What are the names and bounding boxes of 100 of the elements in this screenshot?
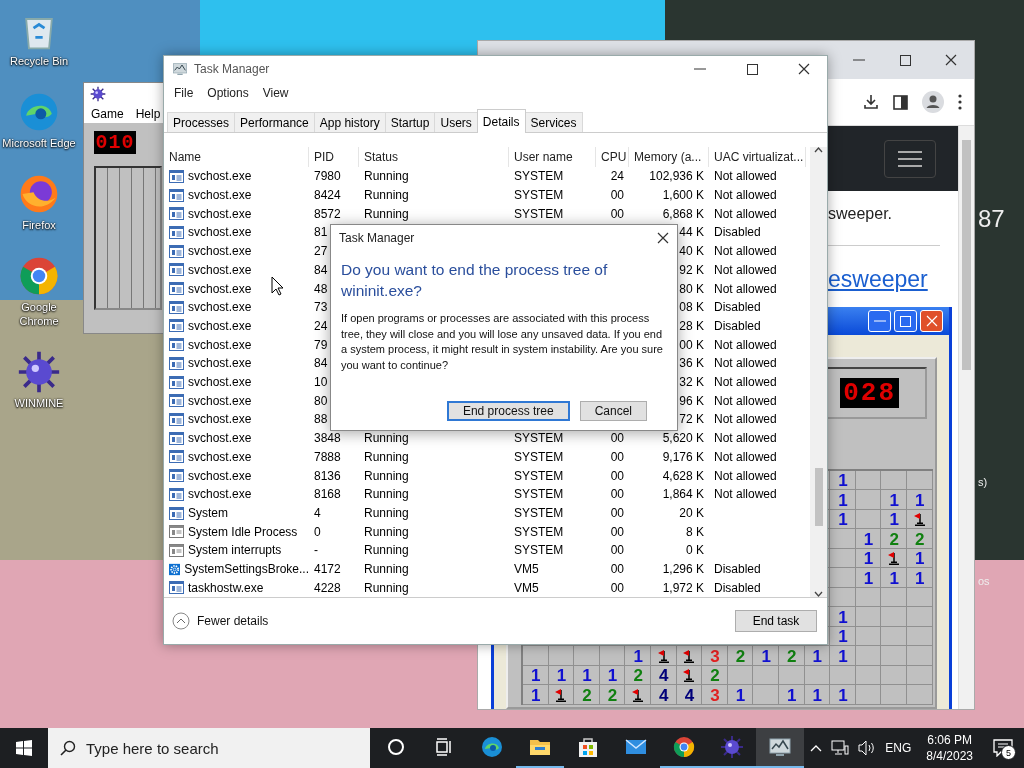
tab[interactable]: Users [434, 112, 478, 132]
number-cell[interactable]: 1 [838, 511, 848, 529]
circle-icon[interactable] [386, 737, 406, 757]
number-cell[interactable]: 1 [607, 667, 618, 685]
fewer-details-button[interactable]: Fewer details [172, 612, 269, 630]
maximize-icon[interactable] [746, 63, 758, 75]
number-cell[interactable]: 1 [914, 550, 925, 568]
side-panel-icon[interactable] [893, 94, 908, 110]
flag-icon[interactable] [682, 668, 697, 684]
menu-item[interactable]: Game [90, 107, 125, 121]
maximize-button[interactable] [894, 310, 917, 332]
number-cell[interactable]: 4 [659, 667, 669, 685]
column-header[interactable]: PID [309, 147, 359, 167]
tab[interactable]: Processes [167, 112, 236, 132]
column-header[interactable]: Name [164, 147, 309, 167]
page-link[interactable]: esweeper [828, 266, 928, 293]
flag-icon[interactable] [682, 648, 697, 664]
monitor-chart-icon[interactable] [768, 735, 792, 759]
avatar-icon[interactable] [922, 91, 944, 113]
number-cell[interactable]: 4 [659, 686, 669, 704]
number-cell[interactable]: 1 [761, 647, 771, 665]
taskbar-search-bar[interactable]: Type here to search [48, 728, 370, 768]
number-cell[interactable]: 1 [889, 491, 899, 509]
menu-item[interactable]: File [168, 85, 200, 101]
tab[interactable]: Performance [234, 112, 315, 132]
scroll-down-icon[interactable] [814, 591, 823, 597]
task-view-icon[interactable] [434, 737, 454, 757]
menu-item[interactable]: View [256, 85, 295, 101]
scrollbar[interactable] [810, 147, 827, 597]
flag-icon[interactable] [631, 687, 646, 703]
scrollbar-thumb[interactable] [814, 468, 823, 526]
number-cell[interactable]: 1 [914, 569, 925, 587]
number-cell[interactable]: 1 [531, 667, 541, 685]
close-button[interactable] [920, 310, 943, 332]
maximize-icon[interactable] [899, 54, 911, 66]
number-cell[interactable]: 1 [531, 686, 541, 704]
dialog-button[interactable]: End process tree [446, 401, 570, 421]
menu-icon[interactable] [898, 150, 922, 167]
number-cell[interactable]: 1 [889, 569, 899, 587]
flag-icon[interactable] [554, 687, 569, 703]
menu-button[interactable] [884, 139, 936, 178]
download-icon[interactable] [863, 94, 879, 110]
tab[interactable]: Details [476, 109, 526, 133]
column-header[interactable]: UAC virtualizat... [709, 147, 806, 167]
number-cell[interactable]: 4 [684, 686, 695, 704]
flag-icon[interactable] [656, 648, 671, 664]
end-task-button[interactable]: End task [735, 610, 817, 632]
clock[interactable]: 6:06 PM 8/4/2023 [920, 732, 979, 764]
monitor-chart-icon[interactable] [172, 61, 188, 77]
notifications-button[interactable]: 5 [988, 733, 1018, 763]
number-cell[interactable]: 1 [838, 628, 848, 646]
number-cell[interactable]: 1 [838, 608, 848, 626]
flag-icon[interactable] [912, 512, 927, 528]
close-icon[interactable] [657, 232, 669, 244]
network-icon[interactable] [831, 740, 850, 756]
speech-bubble-icon[interactable] [993, 739, 1013, 757]
scrollbar[interactable] [958, 126, 974, 709]
language-indicator[interactable]: ENG [885, 741, 912, 755]
number-cell[interactable]: 1 [735, 686, 746, 704]
number-cell[interactable]: 1 [812, 647, 823, 665]
scroll-up-icon[interactable] [814, 147, 823, 153]
close-icon[interactable] [945, 54, 957, 66]
column-header[interactable]: User name [509, 147, 596, 167]
windows-logo-icon[interactable] [16, 740, 32, 756]
desktop-icon-label[interactable]: Recycle Bin [2, 54, 76, 68]
column-header[interactable]: Memory (a... [629, 147, 709, 167]
number-cell[interactable]: 1 [863, 550, 874, 568]
number-cell[interactable]: 1 [812, 686, 823, 704]
tab[interactable]: Services [524, 112, 583, 132]
taskbar-button[interactable] [756, 728, 804, 768]
number-cell[interactable]: 1 [838, 686, 848, 704]
number-cell[interactable]: 1 [863, 530, 874, 548]
number-cell[interactable]: 1 [633, 647, 643, 665]
number-cell[interactable]: 1 [889, 511, 899, 529]
scrollbar-thumb[interactable] [962, 140, 971, 370]
dialog-button[interactable]: Cancel [579, 401, 647, 421]
tab[interactable]: Startup [384, 112, 436, 132]
tab[interactable]: App history [313, 112, 386, 132]
search-icon[interactable] [60, 740, 76, 756]
flag-icon[interactable] [887, 551, 902, 567]
number-cell[interactable]: 1 [838, 647, 848, 665]
more-icon[interactable] [958, 94, 962, 110]
number-cell[interactable]: 1 [914, 491, 925, 509]
search-field[interactable]: Type here to search [86, 733, 356, 763]
shopping-bag-icon[interactable] [576, 735, 600, 759]
number-cell[interactable]: 1 [863, 569, 874, 587]
desktop-icon-label[interactable]: Microsoft Edge [2, 136, 76, 150]
menu-item[interactable]: Options [201, 85, 255, 101]
number-cell[interactable]: 1 [838, 472, 848, 490]
minimize-button[interactable] [868, 310, 891, 332]
column-header[interactable]: Status [359, 147, 509, 167]
number-cell[interactable]: 1 [787, 686, 797, 704]
close-icon[interactable] [798, 63, 810, 75]
number-cell[interactable]: 1 [556, 667, 567, 685]
number-cell[interactable]: 1 [582, 667, 592, 685]
desktop-icon-label[interactable]: Firefox [2, 218, 76, 232]
speaker-icon[interactable] [858, 740, 877, 756]
number-cell[interactable]: 1 [838, 491, 848, 509]
column-header[interactable]: CPU [596, 147, 629, 167]
menu-item[interactable]: Help [134, 107, 162, 121]
